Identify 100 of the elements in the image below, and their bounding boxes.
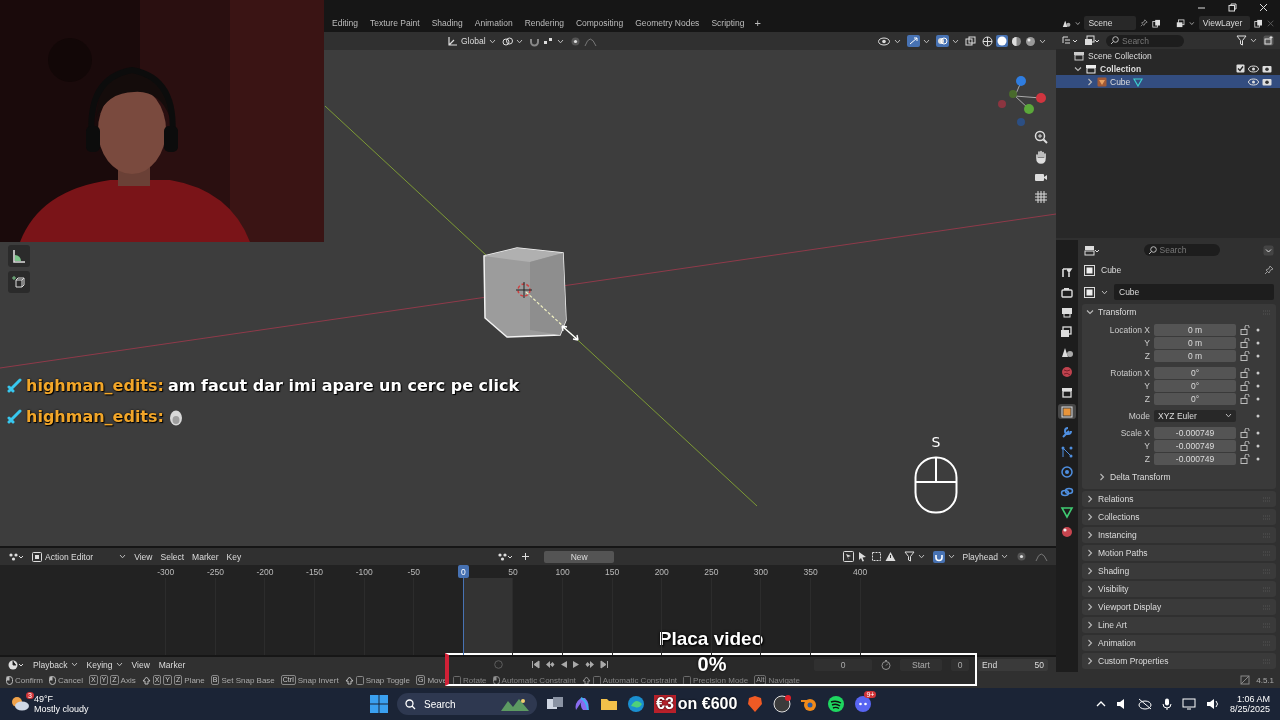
panel-header[interactable]: Line Art	[1082, 617, 1276, 633]
start-frame-field[interactable]: Start	[900, 658, 942, 671]
keyframe-dot-icon[interactable]	[1256, 456, 1260, 461]
current-frame-indicator[interactable]: 0	[458, 565, 469, 578]
panel-header[interactable]: Instancing	[1082, 527, 1276, 543]
rotation-mode-dropdown[interactable]: XYZ Euler	[1154, 409, 1236, 422]
editor-type-icon[interactable]	[1084, 244, 1100, 256]
workspace-tab[interactable]: Geometry Nodes	[629, 16, 706, 30]
chevron-right-icon[interactable]	[1086, 621, 1094, 629]
keyframe-dot-icon[interactable]	[1256, 383, 1260, 388]
brave-browser-icon[interactable]	[746, 695, 765, 713]
workspace-tab[interactable]: Editing	[326, 16, 364, 30]
new-action-button[interactable]: New	[544, 550, 615, 563]
chevron-right-icon[interactable]	[1086, 603, 1094, 611]
restore-icon[interactable]	[1228, 2, 1237, 12]
copy-icon[interactable]	[1254, 17, 1263, 29]
auto-snap-icon[interactable]	[932, 550, 945, 563]
object-tab-icon[interactable]	[1058, 404, 1076, 419]
outliner-search-field[interactable]: Search	[1106, 34, 1184, 47]
lock-icon[interactable]	[1240, 337, 1251, 348]
workspace-tab[interactable]: Rendering	[518, 16, 570, 30]
gizmo-toggle-icon[interactable]	[907, 35, 920, 47]
panel-header[interactable]: Custom Properties	[1082, 653, 1276, 669]
menu-item[interactable]: Keying	[86, 659, 123, 670]
measure-tool-icon[interactable]	[8, 245, 30, 267]
properties-search-field[interactable]: Search	[1143, 244, 1220, 256]
xray-toggle-icon[interactable]	[965, 35, 976, 47]
number-field[interactable]: -0.000749	[1154, 439, 1236, 452]
stopwatch-icon[interactable]	[881, 659, 891, 670]
transform-panel-header[interactable]: Transform	[1082, 304, 1276, 320]
workspace-tab[interactable]: Scripting	[705, 16, 751, 30]
snap-mode-dropdown[interactable]: Playhead	[962, 551, 1008, 562]
add-cube-tool-icon[interactable]	[8, 271, 30, 293]
keyframe-dot-icon[interactable]	[1256, 396, 1260, 401]
outliner-row[interactable]: Cube	[1056, 75, 1280, 88]
keyframe-dot-icon[interactable]	[1256, 370, 1260, 375]
warning-icon[interactable]	[884, 551, 896, 562]
navigation-gizmo[interactable]	[998, 76, 1046, 126]
number-field[interactable]: -0.000749	[1154, 426, 1236, 439]
solid-shading-icon[interactable]	[996, 35, 1008, 47]
orientation-dropdown[interactable]: Global	[447, 35, 496, 47]
keyframe-dot-icon[interactable]	[1256, 413, 1260, 418]
clock[interactable]: 1:06 AM 8/25/2025	[1229, 694, 1270, 714]
next-keyframe-icon[interactable]	[585, 660, 597, 669]
chevron-right-icon[interactable]	[1098, 473, 1106, 481]
subpanel-header[interactable]: Delta Transform	[1086, 469, 1272, 485]
editor-type-icon[interactable]	[8, 551, 24, 562]
outliner-row[interactable]: Scene Collection	[1056, 49, 1280, 62]
only-selected-icon[interactable]	[842, 551, 854, 562]
pivot-link-icon[interactable]	[501, 35, 513, 47]
jump-start-icon[interactable]	[531, 660, 541, 669]
previous-keyframe-icon[interactable]	[544, 660, 556, 669]
plus-icon[interactable]	[521, 552, 531, 561]
editor-mode-dropdown[interactable]: Action Editor	[32, 551, 127, 562]
panel-header[interactable]: Viewport Display	[1082, 599, 1276, 615]
lock-icon[interactable]	[1240, 453, 1251, 464]
panel-header[interactable]: Collections	[1082, 509, 1276, 525]
keyframe-dot-icon[interactable]	[1256, 443, 1260, 448]
copy-icon[interactable]	[1151, 17, 1161, 29]
cursor-select-icon[interactable]	[856, 551, 868, 562]
number-field[interactable]: 0 m	[1154, 336, 1236, 349]
object-name-field[interactable]: Cube	[1114, 284, 1274, 300]
menu-item[interactable]: Playback	[33, 659, 78, 670]
chevron-right-icon[interactable]	[1086, 657, 1094, 665]
chevron-down-icon[interactable]	[1086, 308, 1094, 316]
obs-icon[interactable]	[773, 695, 792, 713]
start-frame-field[interactable]: 0	[951, 658, 969, 671]
overlays-toggle-icon[interactable]	[936, 35, 949, 47]
camera-icon[interactable]	[1262, 64, 1272, 73]
workspace-tab[interactable]: Compositing	[569, 16, 630, 30]
keyframe-dot-icon[interactable]	[1256, 340, 1260, 345]
menu-item[interactable]: View	[131, 659, 150, 670]
keyframe-dot-icon[interactable]	[1256, 353, 1260, 358]
number-field[interactable]: 0°	[1154, 366, 1236, 379]
filter-view-icon[interactable]	[1084, 35, 1100, 46]
end-frame-field[interactable]: End 50	[978, 658, 1048, 671]
zoom-icon[interactable]	[1034, 130, 1048, 144]
pin-icon[interactable]	[1139, 18, 1148, 28]
add-workspace-button[interactable]: +	[750, 17, 765, 29]
chevron-right-icon[interactable]	[1086, 639, 1094, 647]
lock-icon[interactable]	[1240, 427, 1251, 438]
checkbox-checked-icon[interactable]	[1236, 64, 1245, 73]
cube-drawing[interactable]	[483, 247, 567, 338]
filter-icon[interactable]	[1236, 35, 1247, 46]
physics-tab-icon[interactable]	[1058, 464, 1076, 479]
pin-icon[interactable]	[1264, 265, 1274, 275]
action-slot-icon[interactable]	[497, 551, 514, 562]
editor-type-icon[interactable]	[8, 659, 24, 670]
chevron-right-icon[interactable]	[1086, 495, 1094, 503]
visibility-eye-icon[interactable]	[878, 35, 891, 47]
lock-icon[interactable]	[1240, 393, 1251, 404]
options-dropdown-icon[interactable]	[1263, 244, 1274, 256]
workspace-tab[interactable]: Animation	[468, 16, 519, 30]
falloff-curve-icon[interactable]	[1035, 551, 1048, 562]
panel-header[interactable]: Motion Paths	[1082, 545, 1276, 561]
keyframe-dot-icon[interactable]	[1256, 327, 1260, 332]
scene-field[interactable]: Scene	[1084, 16, 1136, 30]
menu-item[interactable]: Marker	[192, 551, 219, 562]
panel-header[interactable]: Relations	[1082, 491, 1276, 507]
view-layer-icon[interactable]	[1176, 17, 1186, 29]
